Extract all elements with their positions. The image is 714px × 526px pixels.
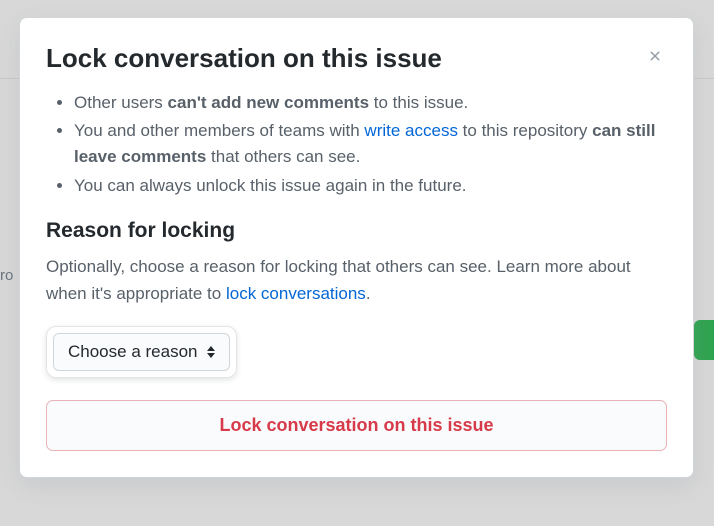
- bullet-text: Other users: [74, 93, 168, 112]
- info-bullet-list: Other users can't add new comments to th…: [46, 90, 667, 199]
- bullet-text: You can always unlock this issue again i…: [74, 176, 467, 195]
- updown-caret-icon: [207, 346, 215, 358]
- lock-conversation-submit-button[interactable]: Lock conversation on this issue: [46, 400, 667, 451]
- modal-header: Lock conversation on this issue: [46, 42, 667, 76]
- lock-conversation-modal: Lock conversation on this issue Other us…: [19, 17, 694, 478]
- close-button[interactable]: [643, 42, 667, 72]
- bullet-text: to this repository: [458, 121, 592, 140]
- bullet-text: that others can see.: [206, 147, 360, 166]
- bullet-item: You and other members of teams with writ…: [74, 118, 667, 171]
- bullet-text: to this issue.: [369, 93, 468, 112]
- bullet-item: You can always unlock this issue again i…: [74, 173, 667, 199]
- lock-conversations-link[interactable]: lock conversations: [226, 284, 366, 303]
- reason-select-highlight: Choose a reason: [46, 326, 237, 378]
- bullet-item: Other users can't add new comments to th…: [74, 90, 667, 116]
- close-icon: [647, 44, 663, 69]
- background-button-fragment: [694, 320, 714, 360]
- modal-title: Lock conversation on this issue: [46, 42, 442, 76]
- reason-select-label: Choose a reason: [68, 342, 197, 362]
- reason-select[interactable]: Choose a reason: [53, 333, 230, 371]
- description-text: .: [366, 284, 371, 303]
- reason-heading: Reason for locking: [46, 219, 667, 243]
- bullet-strong: can't add new comments: [168, 93, 369, 112]
- reason-description: Optionally, choose a reason for locking …: [46, 253, 667, 307]
- background-text-fragment: ro: [0, 267, 13, 284]
- bullet-text: You and other members of teams with: [74, 121, 364, 140]
- write-access-link[interactable]: write access: [364, 121, 458, 140]
